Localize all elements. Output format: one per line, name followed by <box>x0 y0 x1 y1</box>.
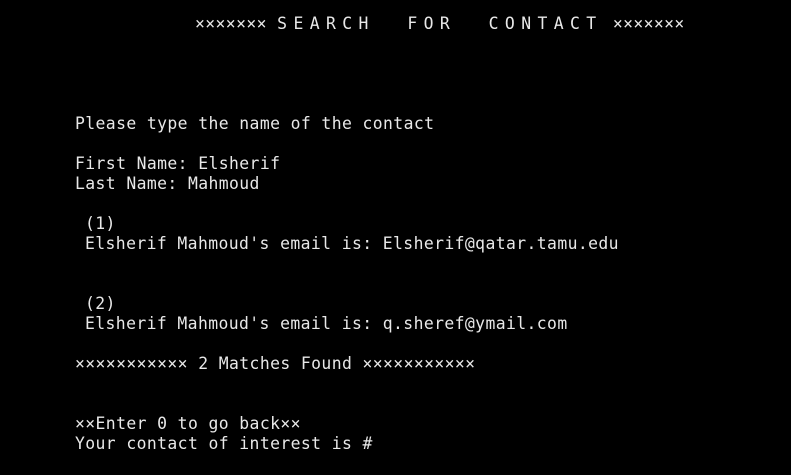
result-2-email: Elsherif Mahmoud's email is: q.sheref@ym… <box>85 314 568 333</box>
contact-input-prompt: Your contact of interest is # <box>75 434 373 453</box>
matches-summary: ××××××××××× 2 Matches Found ××××××××××× <box>75 354 476 373</box>
result-2-index: (2) <box>85 294 116 313</box>
result-1-index: (1) <box>85 214 116 233</box>
result-1-email: Elsherif Mahmoud's email is: Elsherif@qa… <box>85 234 619 253</box>
back-hint: ××Enter 0 to go back×× <box>75 414 301 433</box>
contact-input-line[interactable]: Your contact of interest is # <box>75 434 383 454</box>
first-name-line: First Name: Elsherif <box>75 154 281 173</box>
title-text: SEARCH FOR CONTACT <box>277 14 603 33</box>
last-name-line: Last Name: Mahmoud <box>75 174 260 193</box>
search-prompt: Please type the name of the contact <box>75 114 435 133</box>
title-right-marks: ××××××× <box>612 14 685 33</box>
input-cursor[interactable] <box>373 435 383 451</box>
screen-title: ××××××× SEARCH FOR CONTACT ××××××× <box>195 14 685 34</box>
title-left-marks: ××××××× <box>195 14 267 33</box>
